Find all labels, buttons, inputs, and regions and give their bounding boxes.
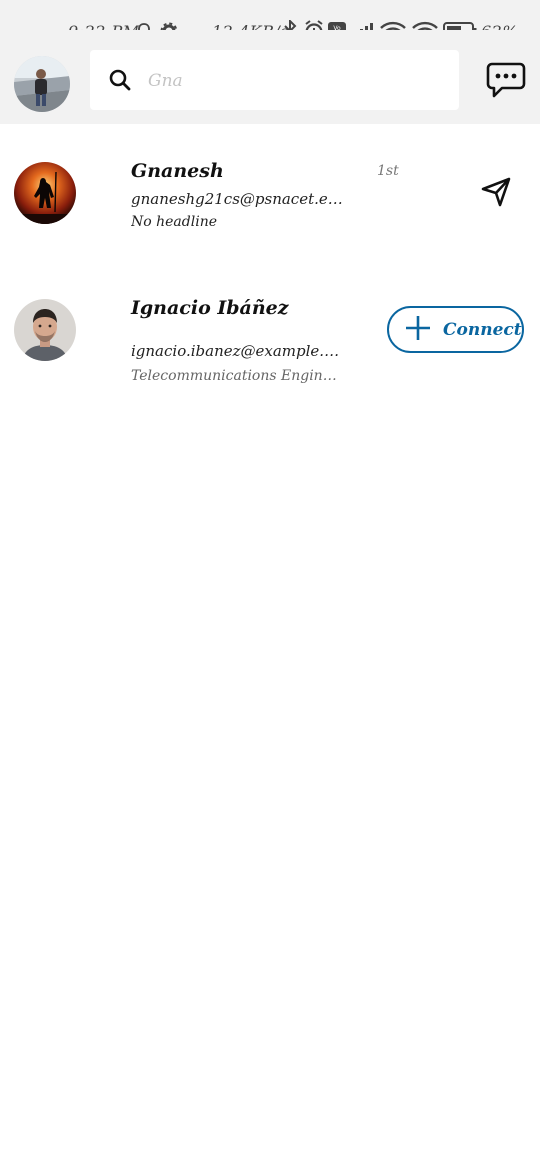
result-name[interactable]: Gnanesh <box>131 160 224 182</box>
search-icon <box>108 68 132 96</box>
result-avatar[interactable] <box>14 162 76 224</box>
my-profile-avatar[interactable] <box>14 56 70 112</box>
connect-button[interactable]: Connect <box>387 306 524 353</box>
result-avatar[interactable] <box>14 299 76 361</box>
search-bar[interactable] <box>90 50 459 110</box>
search-input[interactable] <box>146 62 450 100</box>
connection-degree-badge: 1st <box>377 163 399 179</box>
send-message-icon[interactable] <box>480 176 512 212</box>
connect-button-label: Connect <box>443 319 522 340</box>
result-headline: No headline <box>131 214 217 230</box>
messaging-icon[interactable] <box>486 61 526 103</box>
plus-icon <box>405 315 431 345</box>
result-email: ignacio.ibanez@example.… <box>131 342 340 360</box>
result-headline: Telecommunications Engin… <box>131 368 337 384</box>
result-name[interactable]: Ignacio Ibáñez <box>131 297 289 319</box>
search-result-item[interactable]: Gnanesh 1st gnaneshg21cs@psnacet.e… No h… <box>0 140 540 260</box>
result-email: gnaneshg21cs@psnacet.e… <box>131 190 343 208</box>
